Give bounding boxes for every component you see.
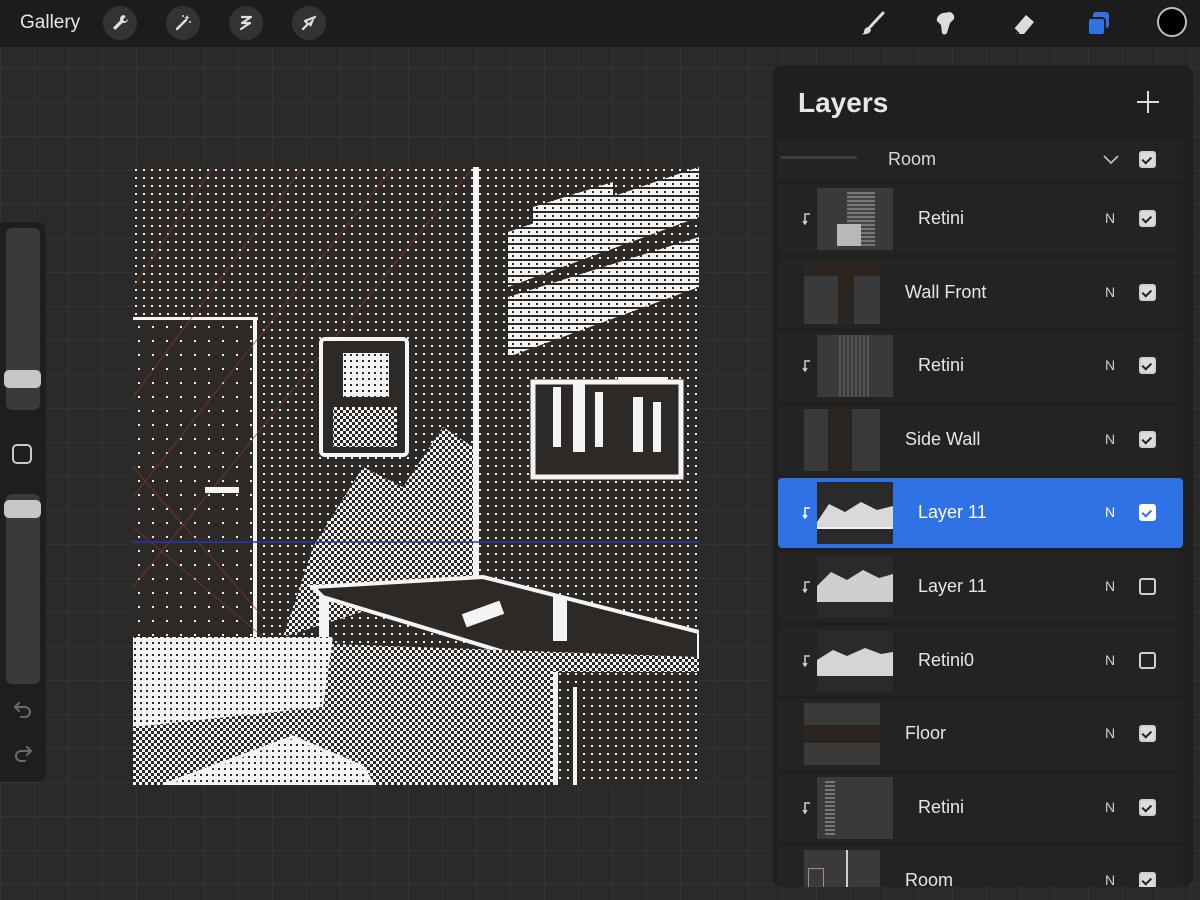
left-sidebar [0,222,46,782]
clipping-mask-icon [802,802,810,814]
layer-row[interactable]: Floor N [778,699,1183,769]
eraser-icon[interactable] [1007,8,1039,40]
layer-visibility-checkbox[interactable] [1139,431,1156,448]
layers-icon[interactable] [1082,8,1114,40]
modifier-button[interactable] [12,444,32,464]
layer-thumbnail [817,335,893,397]
blend-mode-button[interactable]: N [1105,799,1115,815]
add-layer-icon[interactable] [1135,89,1161,115]
opacity-thumb[interactable] [4,500,41,518]
blend-mode-button[interactable]: N [1105,284,1115,300]
layer-visibility-checkbox[interactable] [1139,210,1156,227]
group-name: Room [888,149,937,169]
layer-visibility-checkbox[interactable] [1139,504,1156,521]
transform-arrow-icon[interactable] [292,6,326,40]
layer-name: Side Wall [905,429,981,449]
layer-name: Retini [918,208,965,228]
top-toolbar: Gallery [0,0,1200,47]
brush-size-thumb[interactable] [4,370,41,388]
clipping-mask-icon [802,213,810,225]
layer-visibility-checkbox[interactable] [1139,357,1156,374]
layer-visibility-checkbox[interactable] [1139,799,1156,816]
group-visibility-checkbox[interactable] [1139,151,1156,168]
layer-thumbnail [804,850,880,887]
group-thumbnail [781,156,857,159]
layer-thumbnail [817,556,893,618]
blend-mode-button[interactable]: N [1105,210,1115,226]
gallery-button[interactable]: Gallery [20,12,80,34]
layer-name: Floor [905,723,947,743]
clipping-mask-icon [802,655,810,667]
layer-visibility-checkbox[interactable] [1139,284,1156,301]
blend-mode-button[interactable]: N [1105,652,1115,668]
layer-thumbnail [804,703,880,765]
chevron-down-icon[interactable] [1101,149,1121,169]
layer-row[interactable]: Retini N [778,773,1183,843]
layer-name: Retini0 [918,650,975,670]
wrench-icon[interactable] [103,6,137,40]
layer-row[interactable]: Layer 11 N [778,552,1183,622]
layer-visibility-checkbox[interactable] [1139,872,1156,887]
drawing-canvas[interactable] [133,167,699,785]
magic-wand-icon[interactable] [166,6,200,40]
clipping-mask-icon [802,507,810,519]
layer-row-selected[interactable]: Layer 11 N [778,478,1183,548]
layer-thumbnail [817,482,893,544]
layer-thumbnail [817,777,893,839]
layer-thumbnail [804,262,880,324]
layers-panel-title: Layers [798,87,889,118]
layer-row[interactable]: Retini0 N [778,626,1183,696]
layer-visibility-checkbox[interactable] [1139,652,1156,669]
layer-thumbnail [817,188,893,250]
layer-name: Layer 11 [918,502,987,522]
layer-visibility-checkbox[interactable] [1139,725,1156,742]
opacity-slider[interactable] [6,494,40,684]
layer-row[interactable]: Retini N [778,184,1183,254]
brush-icon[interactable] [857,8,889,40]
layer-visibility-checkbox[interactable] [1139,578,1156,595]
layer-name: Retini [918,355,965,375]
artwork-image [133,167,699,785]
blend-mode-button[interactable]: N [1105,578,1115,594]
blend-mode-button[interactable]: N [1105,357,1115,373]
layer-thumbnail [817,630,893,692]
layers-panel: Layers Room Retini N Wall Front N Retini… [773,65,1193,887]
layer-group-room[interactable]: Room [778,140,1183,180]
clipping-mask-icon [802,581,810,593]
layer-name: Wall Front [905,282,987,302]
layer-row[interactable]: Retini N [778,331,1183,401]
layer-name: Layer 11 [918,576,987,596]
layer-row[interactable]: Side Wall N [778,405,1183,475]
blend-mode-button[interactable]: N [1105,725,1115,741]
color-picker-swatch[interactable] [1157,7,1187,37]
layer-name: Room [905,870,954,887]
smudge-icon[interactable] [929,8,961,40]
undo-icon[interactable] [12,698,34,720]
layer-name: Retini [918,797,965,817]
clipping-mask-icon [802,360,810,372]
blend-mode-button[interactable]: N [1105,504,1115,520]
layer-thumbnail [804,409,880,471]
blend-mode-button[interactable]: N [1105,872,1115,887]
layer-row[interactable]: Room N [778,846,1183,887]
redo-icon[interactable] [12,742,34,764]
selection-icon[interactable] [229,6,263,40]
layer-row[interactable]: Wall Front N [778,258,1183,328]
blend-mode-button[interactable]: N [1105,431,1115,447]
